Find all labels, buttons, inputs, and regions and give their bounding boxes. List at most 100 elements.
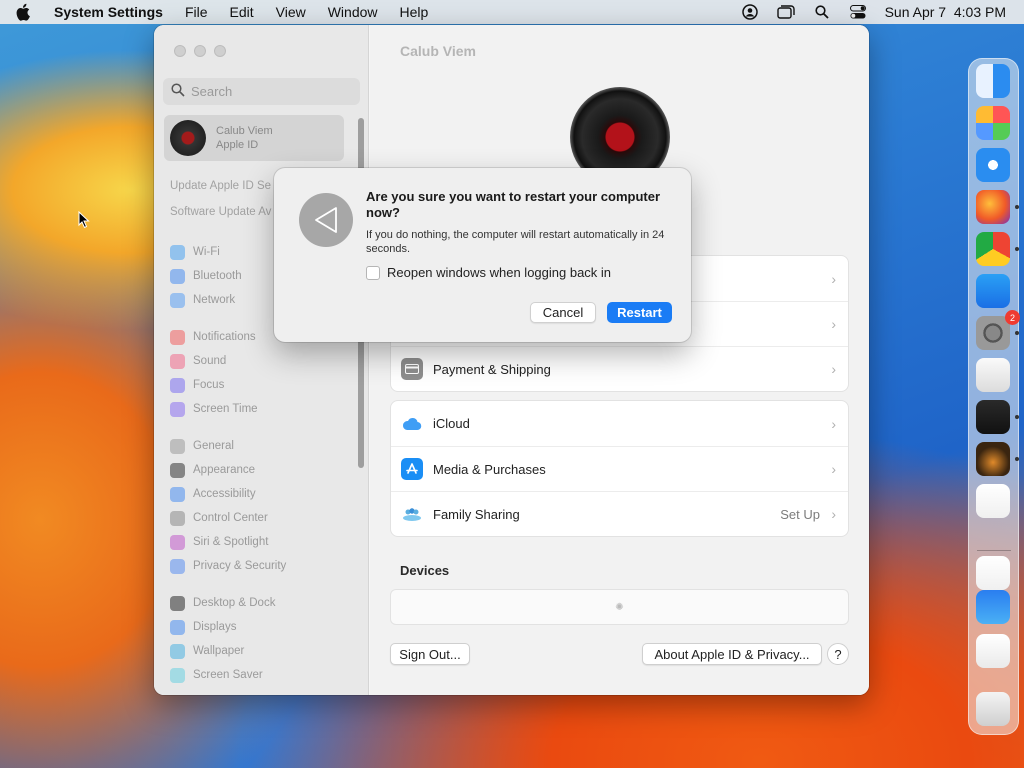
window-controls <box>174 45 226 57</box>
sidebar-item-label: Wi-Fi <box>193 246 220 258</box>
sidebar-item-desktop-dock[interactable]: Desktop & Dock <box>170 595 275 611</box>
sidebar-item-focus[interactable]: Focus <box>170 377 224 393</box>
sidebar-item-network[interactable]: Network <box>170 292 235 308</box>
sidebar-item-accessibility[interactable]: Accessibility <box>170 486 256 502</box>
page-title: Calub Viem <box>400 43 476 59</box>
garageband-icon[interactable] <box>976 442 1010 476</box>
terminal-icon[interactable] <box>976 400 1010 434</box>
firefox-icon[interactable] <box>976 190 1010 224</box>
sidebar-item-displays[interactable]: Displays <box>170 619 236 635</box>
payment-shipping-row[interactable]: Payment & Shipping › <box>391 346 848 391</box>
screen-time-icon <box>170 401 185 417</box>
mouse-cursor-icon <box>78 210 90 232</box>
privacy-security-icon <box>170 558 185 574</box>
sidebar-account[interactable]: Calub Viem Apple ID <box>164 115 344 161</box>
app-store-icon <box>401 458 423 480</box>
screen-saver-icon <box>170 667 185 683</box>
trash-icon[interactable] <box>976 692 1010 726</box>
about-apple-id-button[interactable]: About Apple ID & Privacy... <box>642 643 822 665</box>
control-center-icon[interactable] <box>849 4 867 20</box>
dock: 2 <box>968 58 1020 735</box>
card-icon <box>401 358 423 380</box>
sidebar-item-control-center[interactable]: Control Center <box>170 510 268 526</box>
chrome-icon[interactable] <box>976 232 1010 266</box>
chevron-right-icon: › <box>831 316 836 332</box>
dialog-title: Are you sure you want to restart your co… <box>366 189 661 220</box>
update-apple-id-link[interactable]: Update Apple ID Se <box>170 180 271 192</box>
app-store-icon[interactable] <box>976 274 1010 308</box>
sidebar-item-notifications[interactable]: Notifications <box>170 329 256 345</box>
window-icon[interactable] <box>776 4 795 20</box>
restart-alert-icon <box>299 193 353 247</box>
family-sharing-row[interactable]: Family Sharing Set Up › <box>391 491 848 536</box>
launchpad-icon[interactable] <box>976 106 1010 140</box>
search-icon[interactable] <box>813 4 831 20</box>
menu-file[interactable]: File <box>185 4 208 20</box>
sidebar-item-general[interactable]: General <box>170 438 234 454</box>
running-indicator <box>1015 205 1019 209</box>
notifications-icon <box>170 329 185 345</box>
apple-menu-icon[interactable] <box>16 3 38 21</box>
restart-button[interactable]: Restart <box>607 302 672 323</box>
sidebar-search[interactable]: Search <box>163 78 360 105</box>
account-subtitle: Apple ID <box>216 139 259 151</box>
media-purchases-row[interactable]: Media & Purchases › <box>391 446 848 491</box>
weather-icon[interactable] <box>976 590 1010 624</box>
displays-icon <box>170 619 185 635</box>
family-icon <box>401 503 423 525</box>
menu-help[interactable]: Help <box>400 4 429 20</box>
sidebar-item-siri-spotlight[interactable]: Siri & Spotlight <box>170 534 268 550</box>
system-settings-icon[interactable]: 2 <box>976 310 1020 350</box>
minimize-button[interactable] <box>194 45 206 57</box>
finder-icon[interactable] <box>976 64 1010 98</box>
running-indicator <box>1015 247 1019 251</box>
menu-window[interactable]: Window <box>328 4 378 20</box>
checkbox-box[interactable] <box>366 265 380 280</box>
icloud-row[interactable]: iCloud › <box>391 401 848 446</box>
notification-badge: 2 <box>1005 310 1020 325</box>
cancel-button[interactable]: Cancel <box>530 302 596 323</box>
dialog-message: If you do nothing, the computer will res… <box>366 229 665 255</box>
app-name-menu[interactable]: System Settings <box>54 4 163 20</box>
help-button[interactable]: ? <box>827 643 849 665</box>
menubar-clock[interactable]: Sun Apr 7 4:03 PM <box>885 4 1006 20</box>
sound-icon <box>170 353 185 369</box>
bluetooth-icon <box>170 268 185 284</box>
sidebar-item-screen-time[interactable]: Screen Time <box>170 401 258 417</box>
dock-separator <box>977 550 1011 551</box>
chevron-right-icon: › <box>831 415 836 432</box>
row-label: Payment & Shipping <box>433 361 551 377</box>
row-label: Family Sharing <box>433 506 520 522</box>
sidebar-item-label: Wallpaper <box>193 645 245 657</box>
sidebar-item-wi-fi[interactable]: Wi-Fi <box>170 244 220 260</box>
sidebar-item-label: Displays <box>193 621 237 633</box>
search-input[interactable]: Search <box>191 84 232 99</box>
safari-icon[interactable] <box>976 148 1010 182</box>
sidebar-item-label: General <box>193 440 234 452</box>
menu-view[interactable]: View <box>276 4 306 20</box>
sidebar-item-sound[interactable]: Sound <box>170 353 226 369</box>
vscode-icon[interactable] <box>976 484 1010 518</box>
appearance-icon <box>170 462 185 478</box>
sidebar-item-privacy-security[interactable]: Privacy & Security <box>170 558 286 574</box>
sidebar-item-wallpaper[interactable]: Wallpaper <box>170 643 244 659</box>
desktop-dock-icon <box>170 595 185 611</box>
visual-studio-icon[interactable] <box>976 556 1010 590</box>
wi-fi-icon <box>170 244 185 260</box>
menu-edit[interactable]: Edit <box>230 4 254 20</box>
reopen-windows-checkbox[interactable]: Reopen windows when logging back in <box>366 265 611 280</box>
sidebar-item-screen-saver[interactable]: Screen Saver <box>170 667 263 683</box>
textedit-icon[interactable] <box>976 358 1010 392</box>
sidebar-item-bluetooth[interactable]: Bluetooth <box>170 268 242 284</box>
zoom-button[interactable] <box>214 45 226 57</box>
sidebar-item-appearance[interactable]: Appearance <box>170 462 255 478</box>
close-button[interactable] <box>174 45 186 57</box>
user-icon[interactable] <box>741 4 759 20</box>
software-update-link[interactable]: Software Update Av <box>170 206 271 218</box>
remote-desktop-icon[interactable] <box>976 634 1010 668</box>
restart-dialog: Are you sure you want to restart your co… <box>274 168 691 342</box>
sidebar-item-label: Sound <box>193 355 227 367</box>
sign-out-button[interactable]: Sign Out... <box>390 643 470 665</box>
control-center-icon <box>170 510 185 526</box>
running-indicator <box>1015 331 1019 335</box>
